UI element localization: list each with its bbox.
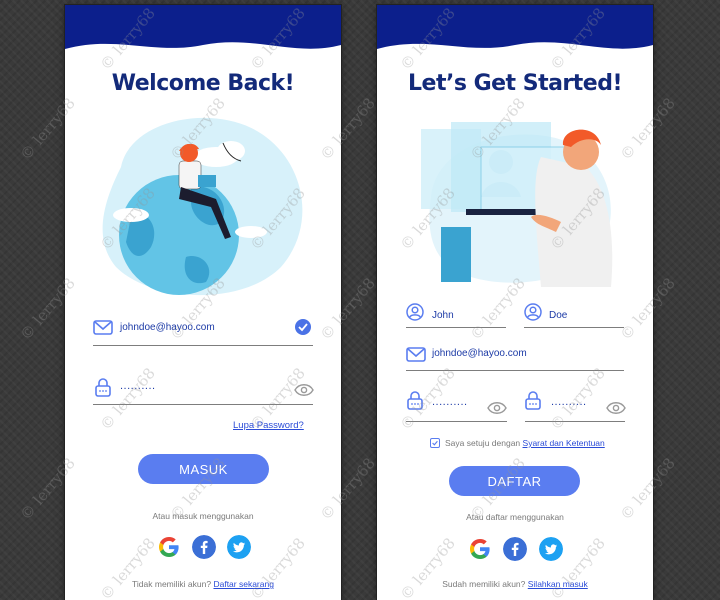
user-icon xyxy=(406,303,424,321)
eye-icon[interactable] xyxy=(487,401,507,415)
password-underline xyxy=(93,404,313,405)
email-underline xyxy=(93,345,313,346)
eye-icon[interactable] xyxy=(294,383,314,397)
google-icon[interactable] xyxy=(468,537,492,561)
agree-text: Saya setuju dengan xyxy=(445,438,521,448)
forgot-password-link[interactable]: Lupa Password? xyxy=(233,420,304,431)
twitter-icon[interactable] xyxy=(539,537,563,561)
register-screen: Let’s Get Started! John Doe johndoe@hayo… xyxy=(377,5,653,600)
last-name-underline xyxy=(524,327,624,328)
lock-icon xyxy=(95,378,111,397)
social-caption: Atau masuk menggunakan xyxy=(152,511,254,521)
lock-icon xyxy=(525,391,541,410)
page-title: Let’s Get Started! xyxy=(408,71,623,96)
page-title: Welcome Back! xyxy=(111,71,295,96)
google-icon[interactable] xyxy=(157,535,181,559)
password-underline xyxy=(406,421,507,422)
footer-text: Tidak memiliki akun? xyxy=(132,579,212,589)
mail-icon xyxy=(406,347,426,362)
mail-icon xyxy=(93,320,113,335)
twitter-icon[interactable] xyxy=(227,535,251,559)
footer-text: Sudah memiliki akun? xyxy=(442,579,526,589)
register-footer: Sudah memiliki akun? Silahkan masuk xyxy=(377,579,653,589)
video-call-illustration xyxy=(421,122,613,287)
login-screen: Welcome Back! johndoe@hayoo.com ........… xyxy=(65,5,341,600)
register-button[interactable]: DAFTAR xyxy=(449,466,580,496)
login-footer: Tidak memiliki akun? Daftar sekarang xyxy=(65,579,341,589)
email-field[interactable]: johndoe@hayoo.com xyxy=(432,348,527,359)
password-field[interactable]: .......... xyxy=(432,396,468,408)
email-underline xyxy=(406,370,624,371)
facebook-icon[interactable] xyxy=(503,537,527,561)
login-link[interactable]: Silahkan masuk xyxy=(528,579,588,589)
lock-icon xyxy=(407,391,423,410)
login-button[interactable]: MASUK xyxy=(138,454,269,484)
globe-illustration xyxy=(102,117,303,296)
confirm-password-underline xyxy=(525,421,625,422)
facebook-icon[interactable] xyxy=(192,535,216,559)
email-field[interactable]: johndoe@hayoo.com xyxy=(120,322,215,333)
header-wave xyxy=(65,5,341,49)
check-circle-icon xyxy=(295,319,311,335)
user-icon xyxy=(524,303,542,321)
register-link[interactable]: Daftar sekarang xyxy=(213,579,273,589)
first-name-field[interactable]: John xyxy=(432,310,454,321)
eye-icon[interactable] xyxy=(606,401,626,415)
header-wave xyxy=(377,5,653,49)
terms-link[interactable]: Syarat dan Ketentuan xyxy=(523,438,605,448)
first-name-underline xyxy=(406,327,506,328)
agree-checkbox[interactable] xyxy=(430,438,440,448)
social-caption: Atau daftar menggunakan xyxy=(466,512,564,522)
last-name-field[interactable]: Doe xyxy=(549,310,567,321)
password-field[interactable]: .......... xyxy=(120,380,156,392)
agree-row: Saya setuju dengan Syarat dan Ketentuan xyxy=(445,438,605,448)
confirm-password-field[interactable]: .......... xyxy=(551,396,587,408)
